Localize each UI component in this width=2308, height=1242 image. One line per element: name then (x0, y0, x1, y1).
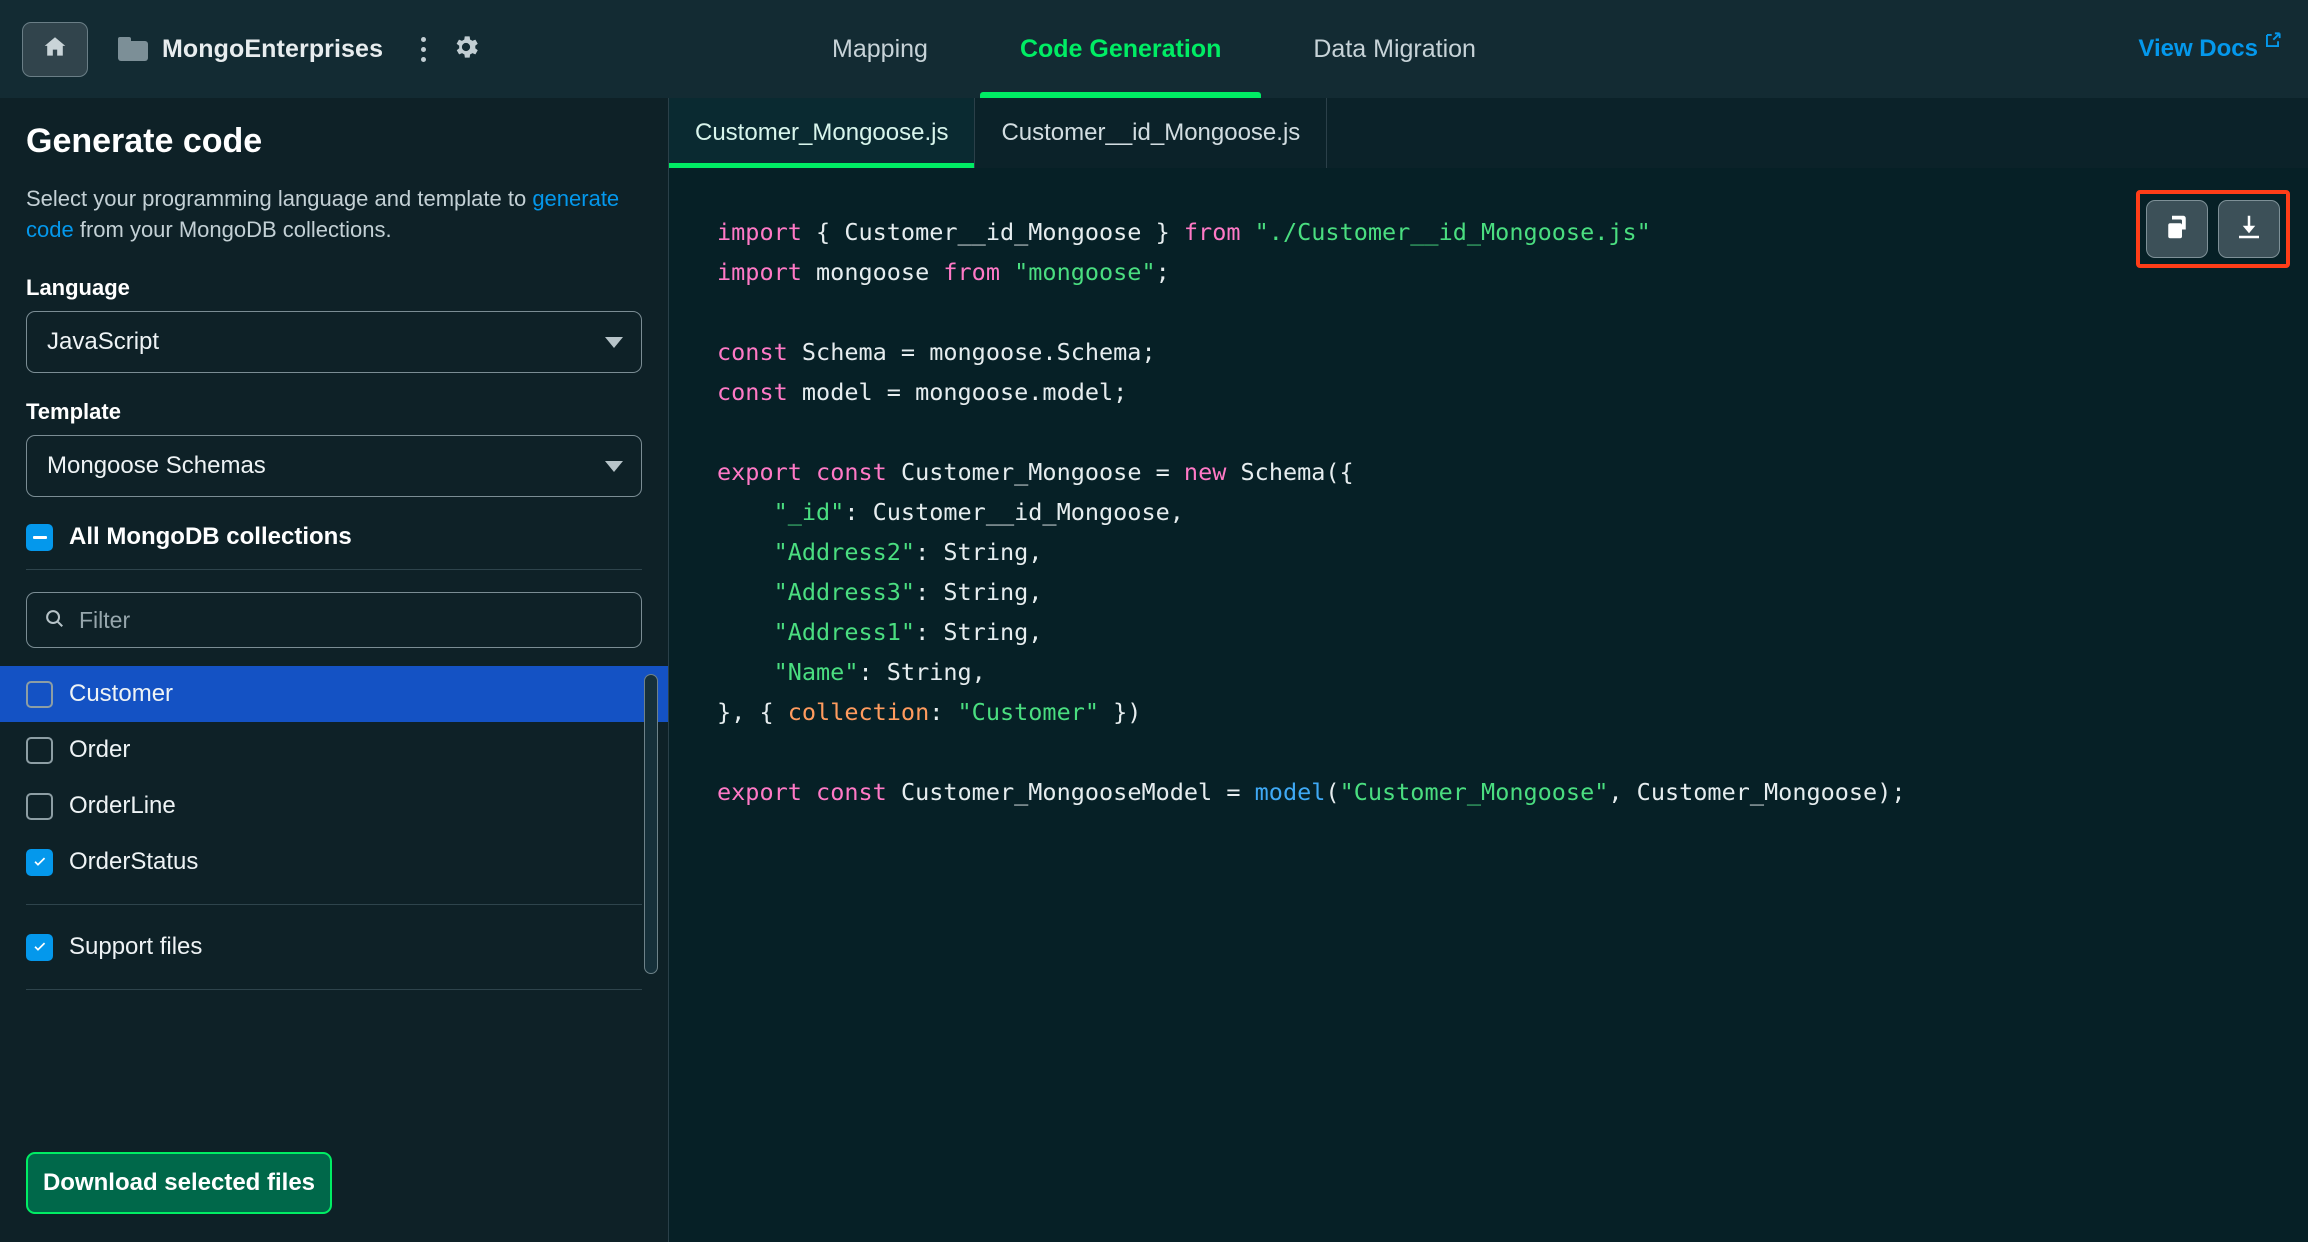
top-bar: MongoEnterprises Mapping Code Generation… (0, 0, 2308, 98)
collection-checkbox[interactable] (26, 848, 53, 876)
download-selected-files-button[interactable]: Download selected files (26, 1152, 332, 1214)
project-breadcrumb[interactable]: MongoEnterprises (118, 35, 383, 64)
filter-container (0, 570, 668, 666)
list-item[interactable]: OrderStatus (0, 834, 668, 890)
home-button[interactable] (22, 21, 88, 77)
filter-field[interactable] (26, 592, 642, 649)
external-link-icon (2263, 31, 2282, 55)
template-value: Mongoose Schemas (47, 452, 266, 480)
collection-label: OrderLine (69, 792, 176, 820)
language-value: JavaScript (47, 328, 160, 356)
list-item[interactable]: Customer (0, 666, 668, 723)
description-text-after: from your MongoDB collections. (73, 217, 392, 243)
collections-list[interactable]: Customer Order OrderLine OrderStatus Sup… (0, 666, 668, 1134)
all-collections-label: All MongoDB collections (69, 523, 352, 551)
template-select[interactable]: Mongoose Schemas (26, 435, 642, 498)
language-select[interactable]: JavaScript (26, 311, 642, 374)
collection-label: Order (69, 736, 131, 764)
collection-checkbox[interactable] (26, 736, 53, 764)
folder-icon (118, 37, 148, 61)
collection-label: OrderStatus (69, 848, 199, 876)
code-editor-panel: Customer_Mongoose.js Customer__id_Mongoo… (669, 98, 2308, 1242)
tab-data-migration[interactable]: Data Migration (1267, 0, 1522, 98)
project-name: MongoEnterprises (162, 34, 384, 63)
more-vertical-icon[interactable] (409, 32, 437, 66)
view-docs-label: View Docs (2138, 35, 2258, 62)
file-tab-customer-mongoose[interactable]: Customer_Mongoose.js (669, 98, 976, 168)
collection-checkbox[interactable] (26, 792, 53, 820)
collections-scrollbar[interactable] (644, 674, 658, 975)
generate-code-sidebar: Generate code Select your programming la… (0, 98, 669, 1242)
file-tab-bar: Customer_Mongoose.js Customer__id_Mongoo… (669, 98, 2308, 168)
all-collections-checkbox[interactable] (26, 523, 53, 551)
chevron-down-icon (605, 336, 623, 348)
sidebar-description: Select your programming language and tem… (26, 183, 642, 245)
description-text-before: Select your programming language and tem… (26, 186, 533, 211)
template-label: Template (26, 399, 121, 425)
generated-code: import { Customer__id_Mongoose } from ".… (717, 218, 1906, 806)
page-title: Generate code (26, 122, 263, 160)
code-action-buttons (2136, 190, 2290, 268)
tab-code-generation[interactable]: Code Generation (974, 0, 1267, 98)
collection-checkbox[interactable] (26, 680, 53, 708)
main-content: Generate code Select your programming la… (0, 98, 2308, 1242)
list-divider (26, 989, 642, 991)
copy-code-button[interactable] (2146, 200, 2208, 258)
support-files-label: Support files (69, 933, 203, 961)
download-container: Download selected files (0, 1134, 668, 1242)
download-icon (2234, 212, 2264, 247)
support-files-checkbox[interactable] (26, 933, 53, 961)
gear-icon[interactable] (451, 32, 485, 66)
copy-icon (2162, 212, 2192, 247)
chevron-down-icon (605, 460, 623, 472)
download-file-button[interactable] (2218, 200, 2280, 258)
list-item[interactable]: OrderLine (0, 778, 668, 834)
file-tab-customer-id-mongoose[interactable]: Customer__id_Mongoose.js (975, 98, 1328, 168)
code-viewer: import { Customer__id_Mongoose } from ".… (669, 168, 2308, 1242)
support-files-row[interactable]: Support files (0, 919, 668, 975)
view-docs-link[interactable]: View Docs (2138, 32, 2282, 63)
language-label: Language (26, 275, 130, 301)
collection-label: Customer (69, 680, 174, 708)
tab-mapping[interactable]: Mapping (786, 0, 974, 98)
home-icon (42, 34, 68, 65)
search-icon (43, 607, 65, 634)
all-collections-row[interactable]: All MongoDB collections (26, 523, 642, 551)
list-item[interactable]: Order (0, 722, 668, 778)
list-divider (26, 904, 642, 906)
filter-input[interactable] (79, 606, 625, 634)
